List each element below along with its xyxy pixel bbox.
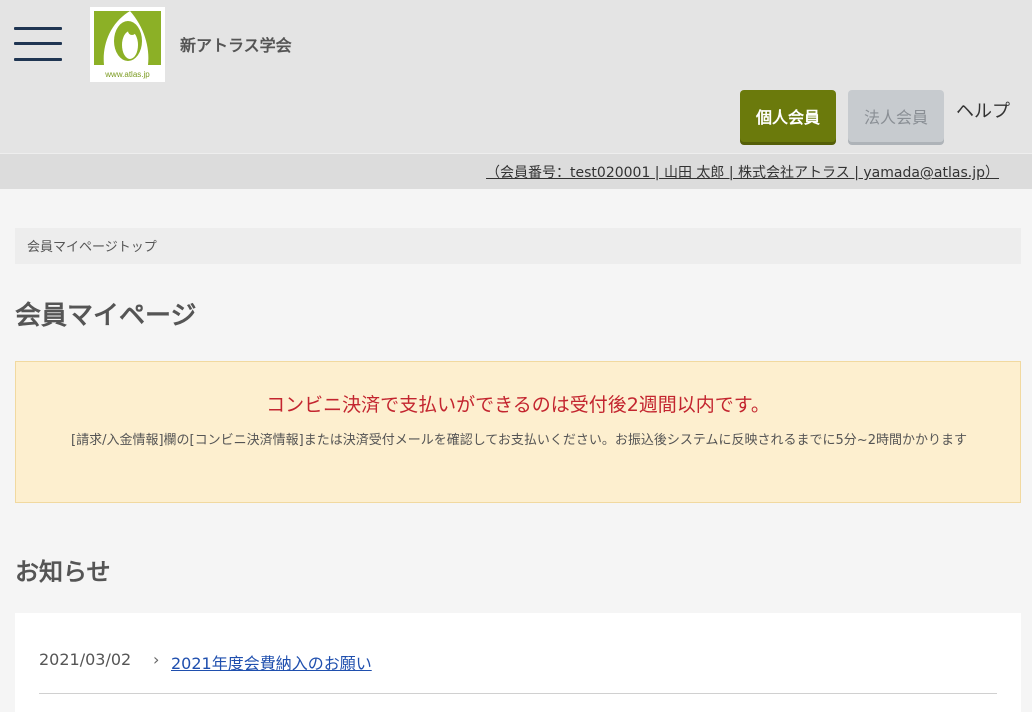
site-name: 新アトラス学会 (180, 36, 292, 55)
page-title: 会員マイページ (15, 301, 197, 331)
news-heading: お知らせ (15, 558, 111, 586)
news-link[interactable]: 2021年度会費納入のお願い (171, 650, 372, 674)
news-item: 2021/03/02 › 2021年度会費納入のお願い (39, 648, 997, 694)
user-info-link[interactable]: （会員番号：test020001 | 山田 太郎 | 株式会社アトラス | ya… (486, 162, 999, 182)
chevron-right-icon: › (153, 650, 160, 669)
alert-body: [請求/入金情報]欄の[コンビニ決済情報]または決済受付メールを確認してお支払い… (71, 433, 967, 448)
site-logo[interactable]: www.atlas.jp (90, 7, 165, 82)
personal-member-button[interactable]: 個人会員 (740, 90, 836, 142)
news-date: 2021/03/02 (39, 650, 132, 669)
corporate-member-button[interactable]: 法人会員 (848, 90, 944, 142)
logo-url-text: www.atlas.jp (105, 70, 150, 79)
breadcrumb-current: 会員マイページトップ (27, 240, 157, 255)
header: www.atlas.jp 新アトラス学会 個人会員 法人会員 ヘルプ (0, 0, 1032, 153)
breadcrumb: 会員マイページトップ (15, 228, 1021, 264)
alert-title: コンビニ決済で支払いができるのは受付後2週間以内です。 (266, 394, 770, 416)
news-panel: 2021/03/02 › 2021年度会費納入のお願い (15, 613, 1021, 712)
menu-icon[interactable] (14, 25, 62, 65)
user-info-bar: （会員番号：test020001 | 山田 太郎 | 株式会社アトラス | ya… (0, 153, 1032, 189)
help-link[interactable]: ヘルプ (956, 97, 1010, 123)
payment-alert: コンビニ決済で支払いができるのは受付後2週間以内です。 [請求/入金情報]欄の[… (15, 361, 1021, 503)
